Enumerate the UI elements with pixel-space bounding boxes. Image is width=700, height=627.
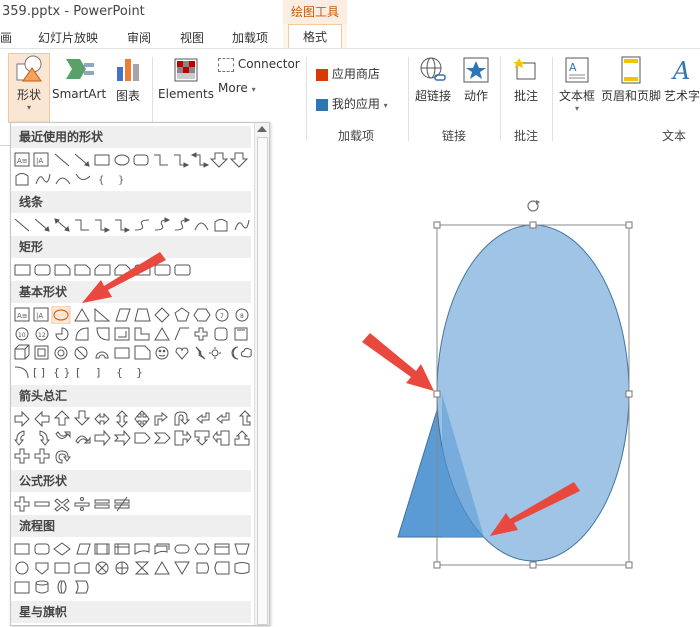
annotation-arrow-gallery bbox=[82, 252, 166, 303]
